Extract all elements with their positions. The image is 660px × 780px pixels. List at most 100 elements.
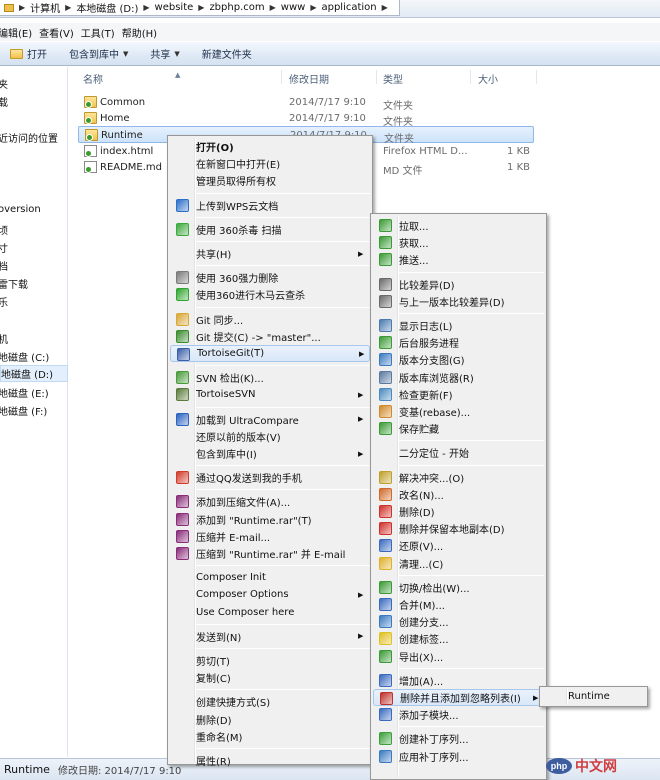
menu-item[interactable]: 管理员取得所有权	[170, 172, 370, 189]
menu-item[interactable]: 解决冲突...(O)	[373, 469, 544, 486]
menu-item[interactable]: SVN 检出(K)...	[170, 369, 370, 386]
nav-downloads[interactable]: 载	[0, 94, 8, 109]
menu-item[interactable]: Git 提交(C) -> "master"...	[170, 328, 370, 345]
menu-item[interactable]: 版本分支图(G)	[373, 351, 544, 368]
menu-item[interactable]: 在新窗口中打开(E)	[170, 155, 370, 172]
menu-item[interactable]: 切换/检出(W)...	[373, 579, 544, 596]
chevron-right-icon[interactable]: ▶	[143, 3, 149, 12]
nav-drive-c[interactable]: 地磁盘 (C:)	[0, 349, 49, 364]
column-divider[interactable]	[470, 70, 471, 84]
breadcrumb-computer[interactable]: 计算机	[30, 0, 60, 15]
breadcrumb-www[interactable]: www	[281, 2, 306, 13]
menu-item[interactable]: 复制(C)	[170, 669, 370, 686]
menu-view[interactable]: 查看(V)	[39, 25, 81, 40]
nav-computer[interactable]: 机	[0, 331, 8, 346]
menu-item[interactable]: 检查更新(F)	[373, 386, 544, 403]
menu-item[interactable]: 变基(rebase)...	[373, 403, 544, 420]
file-row[interactable]: Home 2014/7/17 9:10 文件夹	[78, 110, 534, 128]
new-folder-button[interactable]: 新建文件夹	[202, 46, 252, 61]
nav-drive-f[interactable]: 地磁盘 (F:)	[0, 403, 47, 418]
chevron-right-icon[interactable]: ▶	[270, 3, 276, 12]
menu-item[interactable]: 创建标签...	[373, 630, 544, 647]
menu-item[interactable]: 版本库浏览器(R)	[373, 369, 544, 386]
column-type[interactable]: 类型	[383, 71, 403, 86]
breadcrumb[interactable]: ▶ 计算机 ▶ 本地磁盘 (D:) ▶ website ▶ zbphp.com …	[0, 0, 400, 16]
menu-item[interactable]: 导出(X)...	[373, 648, 544, 665]
column-divider[interactable]	[536, 70, 537, 84]
menu-item[interactable]: 剪切(T)	[170, 652, 370, 669]
menu-item[interactable]: 上传到WPS云文档	[170, 197, 370, 214]
menu-item[interactable]: 属性(R)	[170, 752, 370, 769]
menu-item[interactable]: 压缩到 "Runtime.rar" 并 E-mail	[170, 545, 370, 562]
nav-videos[interactable]: 顷	[0, 222, 8, 237]
menu-item[interactable]: 创建分支...	[373, 613, 544, 630]
menu-item[interactable]: Git 同步...	[170, 311, 370, 328]
column-name[interactable]: 名称	[83, 71, 103, 86]
column-date[interactable]: 修改日期	[289, 71, 329, 86]
breadcrumb-website[interactable]: website	[155, 2, 194, 13]
share-button[interactable]: 共享 ▼	[150, 46, 179, 62]
nav-favorites[interactable]: 夹	[0, 76, 8, 91]
menu-item[interactable]: 使用 360杀毒 扫描	[170, 221, 370, 238]
menu-item[interactable]: Runtime	[542, 688, 645, 705]
menu-item[interactable]: 使用360进行木马云查杀	[170, 286, 370, 303]
menu-item[interactable]: 后台服务进程	[373, 334, 544, 351]
menu-item[interactable]: 通过QQ发送到我的手机	[170, 469, 370, 486]
menu-item[interactable]: 拉取...	[373, 217, 544, 234]
menu-item[interactable]: 应用补丁序列...	[373, 748, 544, 765]
menu-item[interactable]: 增加(A)...	[373, 672, 544, 689]
menu-item[interactable]: 添加到压缩文件(A)...	[170, 493, 370, 510]
menu-item[interactable]: 添加到 "Runtime.rar"(T)	[170, 511, 370, 528]
nav-subversion[interactable]: oversion	[0, 204, 41, 215]
menu-item[interactable]: 合并(M)...	[373, 596, 544, 613]
menu-item[interactable]: 删除并且添加到忽略列表(I) ▶	[373, 689, 544, 706]
menu-item[interactable]: Composer Options ▶	[170, 586, 370, 603]
menu-item[interactable]: 包含到库中(I) ▶	[170, 445, 370, 462]
nav-pictures[interactable]: 寸	[0, 240, 8, 255]
chevron-right-icon[interactable]: ▶	[19, 3, 25, 12]
menu-item[interactable]: 删除(D)	[373, 503, 544, 520]
menu-item[interactable]: 改名(N)...	[373, 486, 544, 503]
breadcrumb-drive-d[interactable]: 本地磁盘 (D:)	[76, 0, 138, 15]
file-row[interactable]: Common 2014/7/17 9:10 文件夹	[78, 94, 534, 112]
menu-item[interactable]: 推送...	[373, 251, 544, 268]
menu-item[interactable]: 删除(D)	[170, 711, 370, 728]
menu-item[interactable]: 显示日志(L)	[373, 317, 544, 334]
menu-item[interactable]: 重命名(M)	[170, 728, 370, 745]
menu-item[interactable]: 还原(V)...	[373, 537, 544, 554]
menu-item[interactable]: Composer Init	[170, 569, 370, 586]
menu-help[interactable]: 帮助(H)	[122, 25, 164, 40]
menu-item[interactable]: 压缩并 E-mail...	[170, 528, 370, 545]
menu-item[interactable]: Use Composer here	[170, 604, 370, 621]
menu-item[interactable]: TortoiseGit(T) ▶	[170, 345, 370, 362]
nav-drive-d[interactable]: 地磁盘 (D:)	[0, 365, 68, 382]
menu-item[interactable]: 使用 360强力删除	[170, 269, 370, 286]
nav-documents[interactable]: 档	[0, 258, 8, 273]
nav-xunlei-downloads[interactable]: 雷下载	[0, 276, 28, 291]
menu-item[interactable]: 还原以前的版本(V)	[170, 428, 370, 445]
menu-item[interactable]: 删除并保留本地副本(D)	[373, 520, 544, 537]
nav-music[interactable]: 乐	[0, 294, 8, 309]
menu-tools[interactable]: 工具(T)	[81, 25, 122, 40]
menu-item[interactable]: 添加子模块...	[373, 706, 544, 723]
menu-item[interactable]: 打开(O)	[170, 138, 370, 155]
menu-item[interactable]: 清理...(C)	[373, 555, 544, 572]
menu-item[interactable]: 创建补丁序列...	[373, 730, 544, 747]
column-size[interactable]: 大小	[478, 71, 498, 86]
include-in-library-button[interactable]: 包含到库中 ▼	[69, 46, 128, 62]
column-divider[interactable]	[281, 70, 282, 84]
nav-recent-places[interactable]: 近访问的位置	[0, 130, 58, 145]
menu-item[interactable]: 获取...	[373, 234, 544, 251]
chevron-right-icon[interactable]: ▶	[65, 3, 71, 12]
column-divider[interactable]	[376, 70, 377, 84]
open-button[interactable]: 打开	[10, 46, 47, 61]
breadcrumb-application[interactable]: application	[321, 2, 376, 13]
navigation-pane[interactable]: 夹 载 近访问的位置 oversion 顷 寸 档 雷下载 乐 机 地磁盘 (C…	[0, 67, 68, 757]
menu-item[interactable]: 发送到(N) ▶	[170, 628, 370, 645]
breadcrumb-zbphp[interactable]: zbphp.com	[209, 2, 264, 13]
menu-item[interactable]: 与上一版本比较差异(D)	[373, 293, 544, 310]
chevron-right-icon[interactable]: ▶	[382, 3, 388, 12]
nav-drive-e[interactable]: 地磁盘 (E:)	[0, 385, 49, 400]
chevron-right-icon[interactable]: ▶	[310, 3, 316, 12]
menu-edit[interactable]: 编辑(E)	[0, 25, 39, 40]
